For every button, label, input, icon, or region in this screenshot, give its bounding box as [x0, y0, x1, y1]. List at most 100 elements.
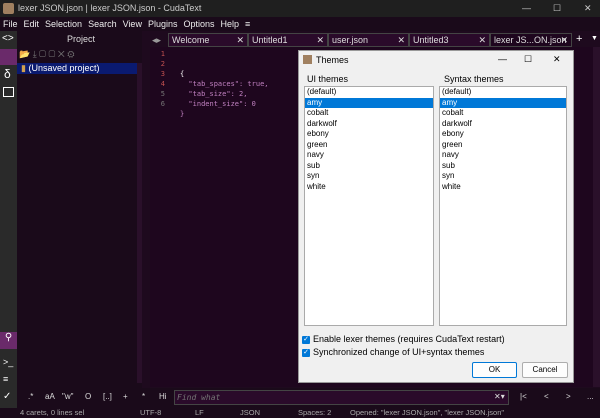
project-root-item[interactable]: ▮ (Unsaved project): [17, 63, 137, 74]
dialog-maximize-button[interactable]: ☐: [524, 54, 532, 65]
status-lexer[interactable]: JSON: [240, 408, 260, 417]
theme-item[interactable]: cobalt: [440, 108, 566, 119]
tabs-icon[interactable]: [3, 87, 14, 97]
console-icon[interactable]: >_: [3, 357, 13, 367]
tabs-nav-arrows[interactable]: ◂▸: [152, 35, 161, 46]
line-number: 5: [160, 90, 165, 98]
theme-item[interactable]: navy: [440, 150, 566, 161]
side-toolbar: <> δ ⚲ >_ ≡ ✓: [0, 31, 17, 418]
menu-search[interactable]: Search: [88, 17, 117, 31]
check-icon[interactable]: ✓: [3, 391, 11, 402]
ui-themes-list[interactable]: (default) amy cobalt darkwolf ebony green navy…: [304, 86, 434, 326]
tab-welcome[interactable]: Welcome ✕: [168, 33, 248, 47]
tab-close-icon[interactable]: ✕: [236, 34, 244, 46]
theme-item[interactable]: cobalt: [305, 108, 433, 119]
tab-label: user.json: [332, 35, 369, 45]
multiline-toggle[interactable]: +: [123, 392, 128, 401]
theme-item[interactable]: (default): [305, 87, 433, 98]
menu-selection[interactable]: Selection: [45, 17, 82, 31]
tabs-menu-icon[interactable]: ▼: [591, 35, 598, 42]
project-icon[interactable]: [0, 49, 17, 65]
tab-user-json[interactable]: user.json ✕: [328, 33, 409, 47]
theme-item[interactable]: green: [305, 140, 433, 151]
status-eol[interactable]: LF: [195, 408, 204, 417]
tab-close-icon[interactable]: ✕: [316, 34, 324, 46]
line-number: 1: [160, 50, 165, 58]
close-button[interactable]: ✕: [584, 3, 592, 14]
dialog-close-button[interactable]: ✕: [553, 54, 561, 65]
theme-item[interactable]: amy: [305, 97, 433, 108]
tab-label: Untitled3: [413, 35, 449, 45]
project-scrollbar[interactable]: [137, 63, 142, 383]
confirm-toggle[interactable]: *: [142, 392, 145, 401]
dialog-minimize-button[interactable]: —: [498, 54, 507, 64]
add-tab-button[interactable]: +: [576, 33, 582, 45]
theme-item[interactable]: darkwolf: [440, 119, 566, 130]
status-message: Opened: "lexer JSON.json", "lexer JSON.j…: [350, 408, 505, 417]
find-next-button[interactable]: >: [566, 392, 571, 401]
find-bar: .* aA "w" O [..] + * Hi ✕▾ |< < > ...: [17, 388, 600, 408]
regex-toggle[interactable]: .*: [28, 392, 33, 401]
tab-close-icon[interactable]: ✕: [560, 34, 568, 46]
ui-themes-label: UI themes: [307, 74, 349, 84]
wrap-toggle[interactable]: O: [85, 392, 91, 401]
menu-edit[interactable]: Edit: [24, 17, 40, 31]
tab-close-icon[interactable]: ✕: [478, 34, 486, 46]
project-title: Project: [67, 34, 96, 44]
tab-lexer-json[interactable]: lexer JS...ON.json ✕: [490, 33, 572, 47]
ok-button[interactable]: OK: [472, 362, 517, 378]
code-line: "indent_size": 0: [180, 100, 256, 108]
menu-view[interactable]: View: [123, 17, 142, 31]
status-carets[interactable]: 4 carets, 0 lines sel: [20, 408, 84, 417]
theme-item[interactable]: green: [440, 140, 566, 151]
clear-find-icon[interactable]: ✕▾: [494, 392, 505, 401]
tab-untitled3[interactable]: Untitled3 ✕: [409, 33, 490, 47]
menu-file[interactable]: File: [3, 17, 18, 31]
find-prev-button[interactable]: <: [544, 392, 549, 401]
maximize-button[interactable]: ☐: [553, 3, 561, 14]
menu-options[interactable]: Options: [183, 17, 214, 31]
theme-item[interactable]: syn: [440, 171, 566, 182]
cancel-button[interactable]: Cancel: [522, 362, 568, 378]
find-more-button[interactable]: ...: [587, 392, 594, 401]
theme-item[interactable]: amy: [440, 97, 566, 108]
delta-icon[interactable]: δ: [4, 67, 11, 81]
status-spaces[interactable]: Spaces: 2: [298, 408, 331, 417]
find-first-button[interactable]: |<: [520, 392, 527, 401]
tab-close-icon[interactable]: ✕: [397, 34, 405, 46]
syntax-themes-list[interactable]: (default) amy cobalt darkwolf ebony green navy…: [439, 86, 567, 326]
theme-item[interactable]: (default): [440, 87, 566, 98]
highlight-toggle[interactable]: Hi: [159, 392, 167, 401]
code-line: "tab_spaces": true,: [180, 80, 269, 88]
theme-item[interactable]: ebony: [440, 129, 566, 140]
sync-themes-checkbox[interactable]: ✓ Synchronized change of UI+syntax themes: [302, 347, 484, 357]
menu-hamburger[interactable]: ≡: [245, 17, 250, 31]
menu-help[interactable]: Help: [221, 17, 240, 31]
list-icon[interactable]: ≡: [3, 374, 8, 384]
theme-item[interactable]: sub: [305, 161, 433, 172]
dialog-title: Themes: [316, 55, 349, 65]
theme-item[interactable]: syn: [305, 171, 433, 182]
line-number: 4: [160, 80, 165, 88]
theme-item[interactable]: navy: [305, 150, 433, 161]
status-encoding[interactable]: UTF-8: [140, 408, 161, 417]
whole-words-toggle[interactable]: "w": [62, 392, 73, 401]
enable-lexer-themes-checkbox[interactable]: ✓ Enable lexer themes (requires CudaText …: [302, 334, 505, 344]
code-tree-icon[interactable]: <>: [2, 33, 14, 44]
checkbox-icon: ✓: [302, 348, 310, 357]
in-selection-toggle[interactable]: [..]: [103, 392, 112, 401]
tab-untitled1[interactable]: Untitled1 ✕: [248, 33, 328, 47]
find-input[interactable]: [174, 390, 509, 405]
minimize-button[interactable]: —: [522, 3, 531, 13]
checkbox-label: Enable lexer themes (requires CudaText r…: [313, 334, 505, 344]
theme-item[interactable]: ebony: [305, 129, 433, 140]
menu-plugins[interactable]: Plugins: [148, 17, 178, 31]
editor-scrollbar[interactable]: [593, 47, 600, 387]
case-toggle[interactable]: aA: [45, 392, 55, 401]
window-title: lexer JSON.json | lexer JSON.json - Cuda…: [18, 3, 202, 13]
theme-item[interactable]: white: [305, 182, 433, 193]
theme-item[interactable]: white: [440, 182, 566, 193]
search-icon[interactable]: ⚲: [0, 332, 17, 349]
theme-item[interactable]: sub: [440, 161, 566, 172]
theme-item[interactable]: darkwolf: [305, 119, 433, 130]
